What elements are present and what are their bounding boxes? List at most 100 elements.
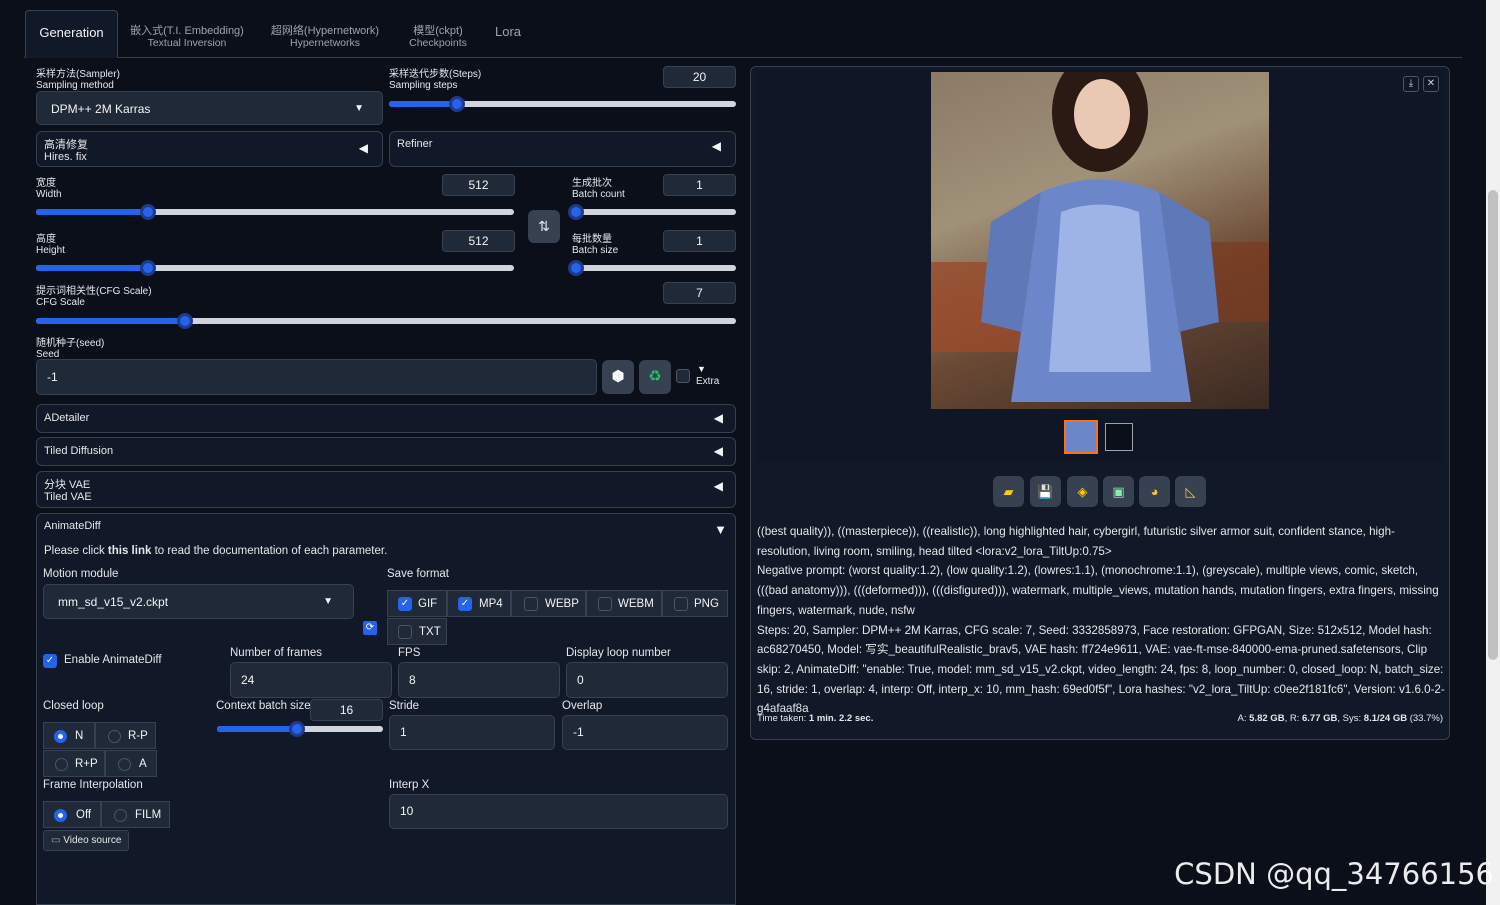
- slider-handle[interactable]: [140, 204, 157, 220]
- closed-loop-option-n[interactable]: N: [43, 722, 95, 749]
- send-to-inpaint-button[interactable]: ◕: [1139, 476, 1170, 507]
- interp-option-film[interactable]: FILM: [101, 801, 170, 828]
- extra-seed-checkbox[interactable]: [676, 369, 690, 383]
- image-icon: ▣: [1112, 484, 1125, 499]
- format-checkbox[interactable]: ✓: [398, 597, 412, 611]
- overlap-input[interactable]: -1: [562, 715, 728, 750]
- refresh-icon[interactable]: ⟳: [363, 621, 377, 635]
- motion-module-dropdown[interactable]: mm_sd_v15_v2.ckpt ▼: [43, 584, 354, 619]
- format-label: TXT: [419, 626, 441, 638]
- format-checkbox[interactable]: [524, 597, 538, 611]
- width-slider[interactable]: [36, 204, 514, 220]
- tab-lora[interactable]: Lora: [490, 10, 526, 57]
- loop-number-input[interactable]: 0: [566, 662, 728, 698]
- tab-textual-inversion[interactable]: 嵌入式(T.I. Embedding) Textual Inversion: [127, 10, 247, 57]
- sampler-dropdown[interactable]: DPM++ 2M Karras ▼: [36, 91, 383, 125]
- context-batch-label: Context batch size: [216, 700, 311, 712]
- batch-count-input[interactable]: 1: [663, 174, 736, 196]
- slider-handle[interactable]: [568, 260, 584, 276]
- interp-x-input[interactable]: 10: [389, 794, 728, 829]
- radio-button[interactable]: [54, 809, 67, 822]
- hires-fix-accordion[interactable]: 高清修复 Hires. fix ◀: [36, 131, 383, 167]
- sampler-value: DPM++ 2M Karras: [51, 102, 151, 116]
- closed-loop-option-a[interactable]: A: [105, 750, 157, 777]
- format-label: WEBP: [545, 598, 579, 610]
- radio-button[interactable]: [118, 758, 131, 771]
- slider-handle[interactable]: [140, 260, 157, 276]
- tab-bar: Generation 嵌入式(T.I. Embedding) Textual In…: [24, 10, 1462, 58]
- radio-button[interactable]: [54, 730, 67, 743]
- send-to-img2img-button[interactable]: ▣: [1103, 476, 1134, 507]
- slider-handle[interactable]: [288, 721, 305, 737]
- stride-input[interactable]: 1: [389, 715, 555, 750]
- format-mp4-option[interactable]: ✓ MP4: [447, 590, 511, 617]
- format-webm-option[interactable]: WEBM: [586, 590, 662, 617]
- close-icon[interactable]: ✕: [1423, 76, 1439, 92]
- scrollbar-thumb[interactable]: [1488, 190, 1498, 660]
- palette-icon: ◕: [1150, 484, 1159, 499]
- steps-slider[interactable]: [389, 96, 736, 112]
- tiled-diffusion-accordion[interactable]: Tiled Diffusion ◀: [36, 437, 736, 466]
- closed-loop-option-rpp[interactable]: R+P: [43, 750, 105, 777]
- tab-generation[interactable]: Generation: [25, 10, 118, 58]
- send-to-extras-button[interactable]: ◺: [1175, 476, 1206, 507]
- format-png-option[interactable]: PNG: [662, 590, 728, 617]
- zip-button[interactable]: ◈: [1067, 476, 1098, 507]
- batch-size-slider[interactable]: [568, 260, 736, 276]
- tiled-vae-accordion[interactable]: 分块 VAE Tiled VAE ◀: [36, 471, 736, 508]
- thumbnail-broken[interactable]: [1105, 423, 1133, 451]
- slider-handle[interactable]: [449, 96, 466, 112]
- motion-module-value: mm_sd_v15_v2.ckpt: [58, 595, 169, 609]
- reuse-seed-button[interactable]: ♻: [639, 360, 671, 394]
- radio-button[interactable]: [55, 758, 68, 771]
- open-folder-button[interactable]: ▰: [993, 476, 1024, 507]
- format-checkbox[interactable]: ✓: [458, 597, 472, 611]
- save-button[interactable]: 💾: [1030, 476, 1061, 507]
- format-txt-option[interactable]: TXT: [387, 618, 447, 645]
- animatediff-title[interactable]: AnimateDiff: [44, 521, 101, 532]
- cfg-slider[interactable]: [36, 313, 736, 329]
- context-batch-input[interactable]: 16: [310, 699, 383, 721]
- height-slider[interactable]: [36, 260, 514, 276]
- thumbnail-selected[interactable]: [1064, 420, 1098, 454]
- batch-count-slider[interactable]: [568, 204, 736, 220]
- refiner-accordion[interactable]: Refiner ◀: [389, 131, 736, 167]
- slider-handle[interactable]: [568, 204, 584, 220]
- context-batch-slider[interactable]: [217, 721, 383, 737]
- interp-option-off[interactable]: Off: [43, 801, 101, 828]
- tab-checkpoints[interactable]: 模型(ckpt) Checkpoints: [402, 10, 474, 57]
- steps-input[interactable]: 20: [663, 66, 736, 88]
- format-label: MP4: [479, 598, 503, 610]
- seed-input[interactable]: -1: [36, 359, 597, 395]
- width-input[interactable]: 512: [442, 174, 515, 196]
- page-scrollbar[interactable]: [1486, 0, 1500, 905]
- adetailer-accordion[interactable]: ADetailer ◀: [36, 404, 736, 433]
- closed-loop-option-rp[interactable]: R-P: [95, 722, 156, 749]
- radio-button[interactable]: [114, 809, 127, 822]
- fps-input[interactable]: 8: [398, 662, 560, 698]
- batch-size-input[interactable]: 1: [663, 230, 736, 252]
- prompt-text: ((best quality)), ((masterpiece)), ((rea…: [757, 525, 1395, 558]
- frames-input[interactable]: 24: [230, 662, 392, 698]
- radio-button[interactable]: [108, 730, 121, 743]
- doc-link[interactable]: this link: [108, 545, 151, 557]
- swap-dimensions-button[interactable]: ⇅: [528, 210, 560, 243]
- format-checkbox[interactable]: [398, 625, 412, 639]
- enable-animatediff-checkbox[interactable]: ✓: [43, 654, 57, 668]
- height-input[interactable]: 512: [442, 230, 515, 252]
- format-gif-option[interactable]: ✓ GIF: [387, 590, 447, 617]
- radio-label: Off: [76, 809, 92, 821]
- cfg-input[interactable]: 7: [663, 282, 736, 304]
- generated-image[interactable]: [931, 52, 1269, 409]
- video-source-tab[interactable]: ▭ Video source: [43, 830, 129, 851]
- random-seed-button[interactable]: ⬢: [602, 360, 634, 394]
- slider-handle[interactable]: [177, 313, 194, 329]
- tab-hypernetworks[interactable]: 超网络(Hypernetwork) Hypernetworks: [266, 10, 384, 57]
- expand-triangle-icon: ▼: [697, 364, 706, 374]
- format-checkbox[interactable]: [598, 597, 612, 611]
- download-icon[interactable]: ⤓: [1403, 76, 1419, 92]
- format-webp-option[interactable]: WEBP: [511, 590, 586, 617]
- expand-triangle-icon[interactable]: ▼: [714, 522, 727, 537]
- format-checkbox[interactable]: [674, 597, 688, 611]
- collapse-triangle-icon: ◀: [713, 479, 723, 493]
